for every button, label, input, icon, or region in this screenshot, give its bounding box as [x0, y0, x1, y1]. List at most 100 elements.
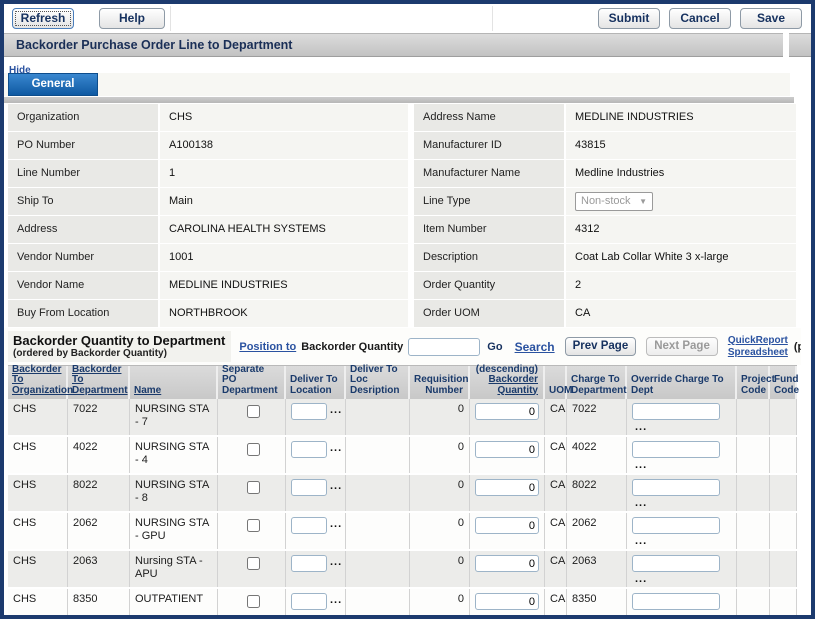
- column-sort-link-backorder_qty[interactable]: Backorder Quantity: [474, 375, 538, 396]
- input-deliver_loc[interactable]: [291, 593, 327, 610]
- input-backorder_qty[interactable]: [475, 479, 539, 496]
- cell-name: NURSING STA - 4: [130, 437, 218, 473]
- cell-name: NURSING STA - 8: [130, 475, 218, 511]
- spreadsheet-link[interactable]: Spreadsheet: [728, 347, 788, 359]
- cell-project: [737, 513, 770, 549]
- cancel-button[interactable]: Cancel: [669, 8, 731, 29]
- cell-org: CHS: [8, 513, 68, 549]
- cell-req_num: 0: [410, 437, 470, 473]
- title-bar-nub: [789, 33, 811, 57]
- line-type-select[interactable]: Non-stock▼: [575, 192, 653, 211]
- prev-page-button[interactable]: Prev Page: [565, 337, 637, 356]
- field-label: Order Quantity: [414, 272, 564, 299]
- cell-org: CHS: [8, 551, 68, 587]
- tab-general[interactable]: General: [8, 73, 98, 96]
- go-button[interactable]: Go: [487, 341, 502, 353]
- submit-button[interactable]: Submit: [598, 8, 660, 29]
- quick-report-link[interactable]: QuickReport: [728, 335, 788, 347]
- input-backorder_qty[interactable]: [475, 555, 539, 572]
- column-sort-link-dept[interactable]: Backorder To Department: [72, 365, 125, 397]
- cell-fund: [770, 551, 797, 587]
- input-deliver_loc[interactable]: [291, 479, 327, 496]
- column-label: UOM: [549, 386, 562, 397]
- section-title-block: Backorder Quantity to Department (ordere…: [8, 331, 231, 362]
- column-sort-link-org[interactable]: Backorder To Organization: [12, 365, 63, 397]
- cell-fund: [770, 437, 797, 473]
- input-override[interactable]: [632, 403, 720, 420]
- form-row: Line Number1: [8, 160, 408, 187]
- column-sort-link-name[interactable]: Name: [134, 386, 213, 397]
- ellipsis-button-override[interactable]: ...: [635, 420, 647, 435]
- cell-req_num: 0: [410, 475, 470, 511]
- column-label: Deliver To Loc Desription: [350, 365, 405, 397]
- help-button[interactable]: Help: [99, 8, 165, 29]
- refresh-button[interactable]: Refresh: [12, 8, 74, 29]
- search-link[interactable]: Search: [515, 340, 555, 354]
- field-label: Address Name: [414, 104, 564, 131]
- cell-req_num: 0: [410, 399, 470, 435]
- field-label: PO Number: [8, 132, 158, 159]
- form-column-right: Address NameMEDLINE INDUSTRIESManufactur…: [414, 104, 796, 328]
- checkbox-separate-po[interactable]: [247, 443, 260, 456]
- ellipsis-button-deliver_loc[interactable]: ...: [330, 441, 342, 456]
- field-value: CA: [566, 300, 796, 327]
- cell-backorder_qty: [470, 475, 545, 511]
- input-backorder_qty[interactable]: [475, 593, 539, 610]
- form-row: Manufacturer ID43815: [414, 132, 796, 159]
- cell-project: [737, 437, 770, 473]
- form-row: Order Quantity2: [414, 272, 796, 299]
- cell-sep_po: [218, 475, 286, 511]
- cell-sep_po: [218, 551, 286, 587]
- cell-req_num: 0: [410, 551, 470, 587]
- field-value: 1001: [160, 244, 408, 271]
- section-title: Backorder Quantity to Department: [13, 333, 225, 348]
- ellipsis-button-deliver_loc[interactable]: ...: [330, 593, 342, 608]
- ellipsis-button-override[interactable]: ...: [635, 610, 647, 619]
- checkbox-separate-po[interactable]: [247, 557, 260, 570]
- form-row: Manufacturer NameMedline Industries: [414, 160, 796, 187]
- ellipsis-button-deliver_loc[interactable]: ...: [330, 555, 342, 570]
- checkbox-separate-po[interactable]: [247, 405, 260, 418]
- tab-bar: General: [4, 73, 790, 96]
- ellipsis-button-override[interactable]: ...: [635, 572, 647, 587]
- next-page-button[interactable]: Next Page: [646, 337, 718, 356]
- field-label: Description: [414, 244, 564, 271]
- input-backorder_qty[interactable]: [475, 517, 539, 534]
- field-label: Line Number: [8, 160, 158, 187]
- checkbox-separate-po[interactable]: [247, 481, 260, 494]
- save-button[interactable]: Save: [740, 8, 802, 29]
- ellipsis-button-override[interactable]: ...: [635, 496, 647, 511]
- field-value: Medline Industries: [566, 160, 796, 187]
- checkbox-separate-po[interactable]: [247, 595, 260, 608]
- input-deliver_loc[interactable]: [291, 555, 327, 572]
- ellipsis-button-deliver_loc[interactable]: ...: [330, 517, 342, 532]
- input-deliver_loc[interactable]: [291, 403, 327, 420]
- field-label: Organization: [8, 104, 158, 131]
- cell-sep_po: [218, 589, 286, 619]
- input-deliver_loc[interactable]: [291, 517, 327, 534]
- backorder-section-header: Backorder Quantity to Department (ordere…: [4, 328, 801, 365]
- input-backorder_qty[interactable]: [475, 441, 539, 458]
- column-header-project: Project Code: [737, 366, 770, 399]
- cell-dept: 8350: [68, 589, 130, 619]
- ellipsis-button-override[interactable]: ...: [635, 458, 647, 473]
- position-to-link[interactable]: Position to: [239, 341, 296, 353]
- cell-deliver_desc: [346, 551, 410, 587]
- column-header-uom: UOM: [545, 366, 567, 399]
- ellipsis-button-deliver_loc[interactable]: ...: [330, 403, 342, 418]
- input-backorder_qty[interactable]: [475, 403, 539, 420]
- input-deliver_loc[interactable]: [291, 441, 327, 458]
- ellipsis-button-override[interactable]: ...: [635, 534, 647, 549]
- field-value: A100138: [160, 132, 408, 159]
- ellipsis-button-deliver_loc[interactable]: ...: [330, 479, 342, 494]
- input-override[interactable]: [632, 441, 720, 458]
- input-override[interactable]: [632, 479, 720, 496]
- position-to-input[interactable]: [408, 338, 480, 356]
- form-row: DescriptionCoat Lab Collar White 3 x-lar…: [414, 244, 796, 271]
- input-override[interactable]: [632, 517, 720, 534]
- input-override[interactable]: [632, 555, 720, 572]
- cell-deliver_loc: ...: [286, 589, 346, 619]
- checkbox-separate-po[interactable]: [247, 519, 260, 532]
- field-label: Line Type: [414, 188, 564, 215]
- input-override[interactable]: [632, 593, 720, 610]
